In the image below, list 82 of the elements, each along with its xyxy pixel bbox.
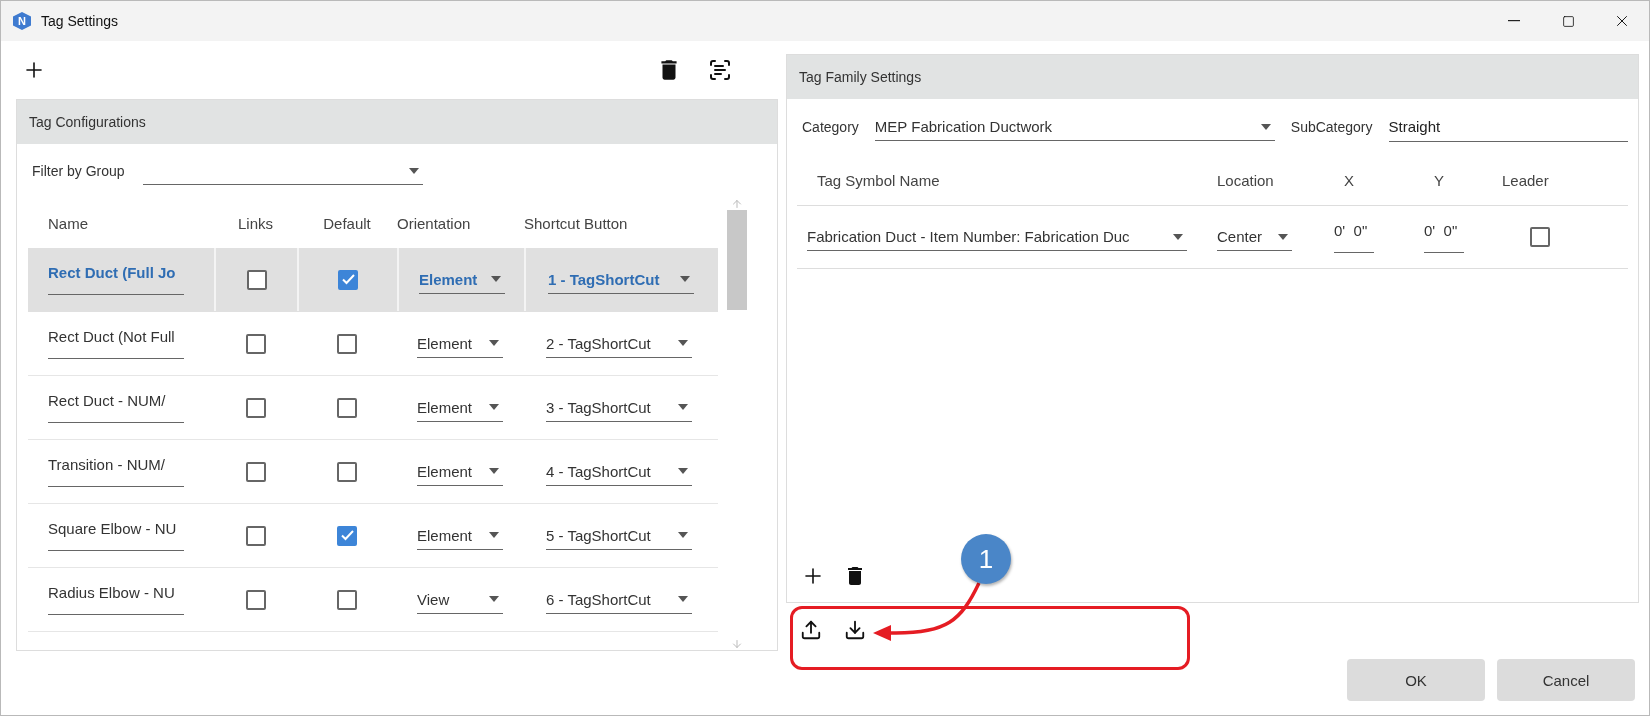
- orientation-dropdown[interactable]: Element: [417, 457, 503, 486]
- links-checkbox[interactable]: [245, 461, 266, 482]
- subcategory-field[interactable]: Straight: [1388, 112, 1628, 142]
- checkmark-icon: [341, 274, 355, 285]
- caret-icon: [408, 167, 419, 174]
- caret-icon: [489, 532, 499, 538]
- caret-icon: [491, 276, 501, 282]
- column-header: Y: [1433, 171, 1444, 189]
- shortcut-dropdown[interactable]: 5 - TagShortCut: [546, 521, 692, 550]
- caret-icon: [489, 468, 499, 474]
- caret-icon: [1278, 233, 1288, 240]
- links-checkbox[interactable]: [245, 589, 266, 610]
- caret-icon: [678, 404, 688, 410]
- caret-icon: [489, 340, 499, 346]
- default-checkbox[interactable]: [337, 525, 357, 546]
- default-checkbox[interactable]: [337, 333, 357, 354]
- orientation-dropdown[interactable]: Element: [417, 329, 503, 358]
- window-title: Tag Settings: [41, 13, 119, 29]
- shortcut-dropdown[interactable]: 6 - TagShortCut: [546, 585, 692, 614]
- orientation-dropdown[interactable]: Element: [417, 393, 503, 422]
- cancel-button[interactable]: Cancel: [1497, 659, 1635, 701]
- default-checkbox[interactable]: [338, 269, 358, 290]
- orientation-dropdown[interactable]: Element: [419, 265, 505, 294]
- scan-text-icon: [708, 58, 732, 82]
- checkmark-icon: [340, 530, 354, 541]
- caret-icon: [678, 596, 688, 602]
- filter-label: Filter by Group: [32, 163, 125, 179]
- caret-icon: [489, 596, 499, 602]
- name-field[interactable]: Transition - NUM/: [48, 456, 184, 487]
- column-header: Shortcut Button: [524, 214, 628, 232]
- name-field[interactable]: Radius Elbow - NU: [48, 584, 184, 615]
- panel-header: Tag Configurations: [17, 100, 777, 144]
- name-field[interactable]: Rect Duct (Full Jo: [48, 264, 184, 295]
- download-icon: [844, 619, 866, 641]
- shortcut-dropdown[interactable]: 1 - TagShortCut: [548, 265, 694, 294]
- default-checkbox[interactable]: [337, 461, 357, 482]
- shortcut-dropdown[interactable]: 4 - TagShortCut: [546, 457, 692, 486]
- x-offset-field[interactable]: 0' 0": [1334, 221, 1374, 253]
- shortcut-dropdown[interactable]: 2 - TagShortCut: [546, 329, 692, 358]
- column-header: Tag Symbol Name: [816, 171, 940, 189]
- maximize-icon: [1561, 14, 1575, 28]
- caret-icon: [680, 276, 690, 282]
- upload-icon: [800, 619, 822, 641]
- column-header: Default: [323, 214, 371, 232]
- shortcut-dropdown[interactable]: 3 - TagShortCut: [546, 393, 692, 422]
- location-dropdown[interactable]: Center: [1217, 223, 1292, 251]
- column-header: Name: [47, 214, 88, 232]
- links-checkbox[interactable]: [245, 333, 266, 354]
- y-offset-field[interactable]: 0' 0": [1424, 221, 1464, 253]
- app-logo: N: [13, 12, 31, 30]
- name-field[interactable]: Square Elbow - NU: [48, 520, 184, 551]
- subcategory-label: SubCategory: [1290, 119, 1373, 135]
- leader-checkbox[interactable]: [1530, 227, 1550, 247]
- links-checkbox[interactable]: [245, 525, 266, 546]
- default-checkbox[interactable]: [337, 589, 357, 610]
- panel-header: Tag Family Settings: [787, 55, 1638, 99]
- scrollbar-thumb[interactable]: [727, 210, 747, 310]
- name-field[interactable]: Rect Duct - NUM/: [48, 392, 184, 423]
- category-dropdown[interactable]: MEP Fabrication Ductwork: [874, 113, 1275, 141]
- orientation-dropdown[interactable]: Element: [417, 521, 503, 550]
- caret-icon: [1260, 123, 1271, 130]
- column-header: Orientation: [397, 214, 471, 232]
- ok-button[interactable]: OK: [1347, 659, 1485, 701]
- column-header: Links: [238, 214, 273, 232]
- column-header: Location: [1217, 171, 1274, 189]
- orientation-dropdown[interactable]: View: [417, 585, 503, 614]
- links-checkbox[interactable]: [245, 397, 266, 418]
- caret-icon: [678, 340, 688, 346]
- default-checkbox[interactable]: [337, 397, 357, 418]
- callout-badge: 1: [961, 534, 1011, 584]
- links-checkbox[interactable]: [246, 269, 267, 290]
- column-header: Leader: [1502, 171, 1549, 189]
- caret-icon: [678, 468, 688, 474]
- category-label: Category: [802, 119, 859, 135]
- caret-icon: [678, 532, 688, 538]
- tag-symbol-dropdown[interactable]: Fabrication Duct - Item Number: Fabrication Duc: [807, 223, 1187, 251]
- table-row[interactable]: Rect Duct (Full Jo Element 1 - TagShortCut: [28, 248, 718, 312]
- name-field[interactable]: Rect Duct (Not Full: [48, 328, 184, 359]
- caret-icon: [489, 404, 499, 410]
- minimize-icon: [1508, 20, 1520, 22]
- column-header: X: [1343, 171, 1354, 189]
- caret-icon: [1173, 233, 1183, 240]
